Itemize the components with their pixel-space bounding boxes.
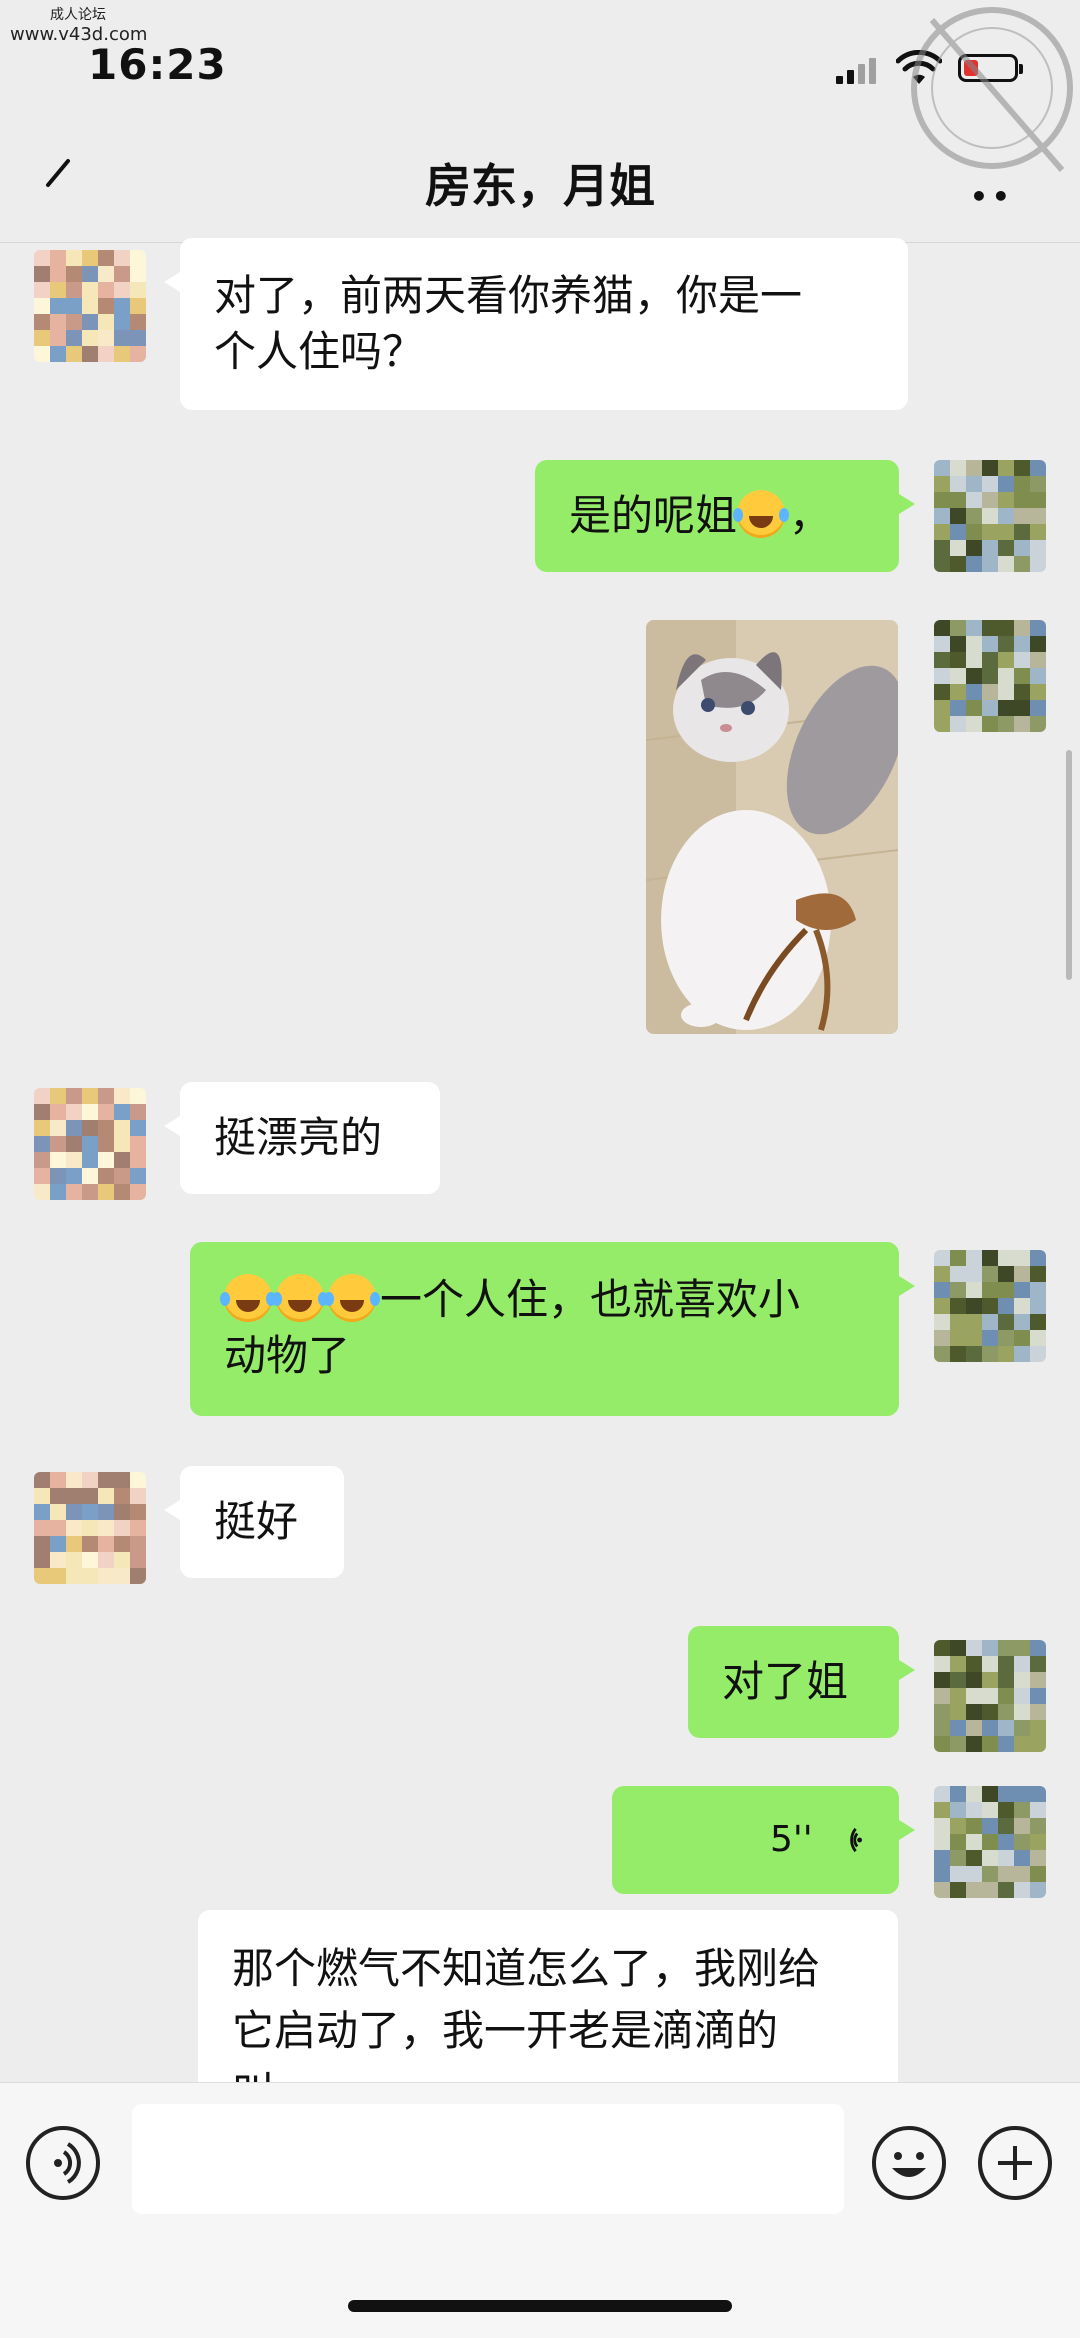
more-options-icon[interactable]: •• (970, 180, 1014, 213)
message-text: 是的呢姐 (569, 491, 738, 540)
message-text-line: 它启动了，我一开老是滴滴的 (232, 2006, 779, 2055)
message-suffix: ， (789, 491, 832, 540)
message-text-line: 对了，前两天看你养猫，你是一 (214, 271, 803, 320)
cell-signal-icon (836, 56, 878, 84)
tears-of-joy-emoji-icon (272, 1274, 324, 1322)
message-text: 对了姐 (722, 1657, 849, 1706)
scroll-indicator[interactable] (1066, 750, 1072, 980)
self-avatar[interactable] (934, 1786, 1046, 1898)
message-bubble-outgoing[interactable]: 是的呢姐 ， (535, 460, 915, 572)
tears-of-joy-emoji-icon (733, 490, 786, 538)
message-bubble-outgoing[interactable]: 对了姐 (688, 1626, 915, 1738)
self-avatar[interactable] (934, 620, 1046, 732)
message-input[interactable] (132, 2104, 844, 2214)
chat-title: 房东，月姐 (425, 159, 655, 213)
message-text: 挺漂亮的 (214, 1113, 383, 1162)
cat-photo[interactable] (646, 620, 898, 1034)
wifi-icon (896, 50, 942, 84)
self-avatar[interactable] (934, 1250, 1046, 1362)
message-text-line: 一个人住，也就喜欢小 (380, 1275, 801, 1324)
message-text: 挺好 (214, 1497, 299, 1546)
tears-of-joy-emoji-icon (220, 1274, 272, 1322)
message-text-line: 动物了 (224, 1331, 351, 1380)
emoji-icon[interactable] (872, 2126, 946, 2200)
message-text-line: 那个燃气不知道怎么了，我刚给 (232, 1944, 821, 1993)
self-avatar[interactable] (934, 1640, 1046, 1752)
voice-icon[interactable] (26, 2126, 100, 2200)
contact-avatar[interactable] (34, 1472, 146, 1584)
message-bubble-incoming[interactable]: 挺漂亮的 (164, 1082, 440, 1194)
watermark-label: 成人论坛 (50, 7, 106, 23)
contact-avatar[interactable] (34, 250, 146, 362)
plus-icon[interactable] (978, 2126, 1052, 2200)
status-time: 16:23 (88, 40, 227, 89)
voice-waves-icon (850, 1827, 862, 1853)
voice-message-bubble[interactable]: 5'' (612, 1786, 915, 1894)
home-indicator[interactable] (348, 2300, 732, 2312)
message-text-line: 个人住吗？ (214, 327, 425, 376)
message-bubble-incoming[interactable]: 对了，前两天看你养猫，你是一 个人住吗？ (164, 238, 908, 410)
voice-duration: 5'' (770, 1819, 813, 1860)
tears-of-joy-emoji-icon (324, 1274, 376, 1322)
message-bubble-outgoing[interactable]: 一个人住，也就喜欢小 动物了 (190, 1242, 915, 1416)
message-bubble-incoming[interactable]: 挺好 (164, 1466, 344, 1578)
battery-icon (958, 54, 1023, 82)
self-avatar[interactable] (934, 460, 1046, 572)
contact-avatar[interactable] (34, 1088, 146, 1200)
